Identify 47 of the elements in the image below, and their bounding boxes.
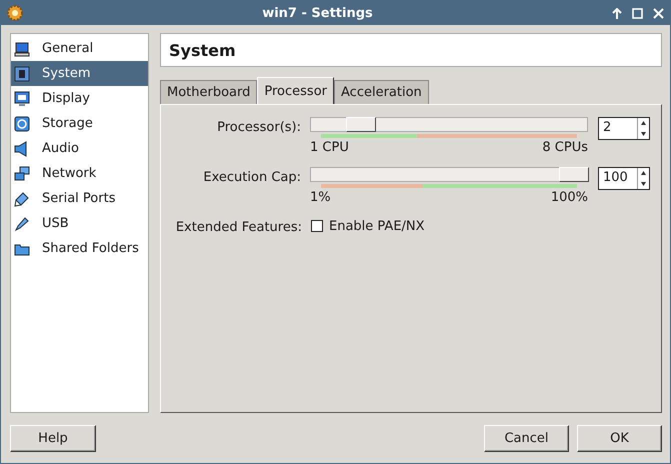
category-icon	[14, 166, 30, 182]
category-icon	[14, 90, 30, 106]
window-title: win7 - Settings	[261, 6, 374, 20]
down-arrow-icon[interactable]	[641, 182, 646, 186]
max-label: 100%	[550, 190, 588, 205]
checkbox-label[interactable]: Enable PAE/NX	[329, 218, 425, 234]
slider-label: Execution Cap:	[202, 169, 302, 185]
extended-features-label: Extended Features:	[174, 219, 303, 235]
sidebar-item[interactable]: USB	[11, 211, 148, 236]
up-arrow-icon[interactable]	[641, 171, 646, 176]
sidebar-item[interactable]: Serial Ports	[11, 186, 148, 211]
max-label: 8 CPUs	[542, 140, 588, 155]
ok-button[interactable]: OK	[577, 425, 662, 452]
slider[interactable]	[310, 117, 588, 132]
up-arrow-icon[interactable]	[641, 121, 646, 126]
slider[interactable]	[310, 167, 588, 182]
tab[interactable]: Motherboard	[160, 80, 258, 105]
spin-box[interactable]: 100	[598, 167, 650, 190]
min-label: 1 CPU	[310, 140, 349, 155]
sidebar-item[interactable]: Network	[11, 161, 148, 186]
category-icon	[14, 216, 30, 232]
maximize-icon[interactable]	[632, 8, 643, 18]
gear-icon	[7, 5, 23, 21]
category-icon	[14, 66, 30, 82]
sidebar-item[interactable]: Audio	[11, 136, 148, 161]
tab[interactable]: Processor	[257, 77, 334, 105]
slider-thumb[interactable]	[346, 117, 376, 132]
sidebar-item[interactable]: Storage	[11, 111, 148, 136]
category-icon	[14, 40, 30, 56]
tab[interactable]: Acceleration	[334, 80, 429, 105]
checkbox[interactable]	[311, 220, 323, 232]
sidebar-item[interactable]: System	[11, 61, 148, 86]
down-arrow-icon[interactable]	[641, 132, 646, 136]
sidebar-item[interactable]: General	[11, 36, 148, 61]
cancel-button[interactable]: Cancel	[484, 425, 569, 452]
category-icon	[14, 190, 30, 206]
category-icon	[14, 116, 30, 132]
min-label: 1%	[310, 190, 331, 205]
slider-label: Processor(s):	[216, 119, 302, 135]
spin-box[interactable]: 2	[598, 117, 650, 140]
page-header: System	[160, 33, 662, 67]
close-icon[interactable]	[653, 8, 664, 18]
help-button[interactable]: Help	[10, 425, 96, 452]
slider-thumb[interactable]	[559, 167, 589, 182]
arrow-up-icon[interactable]	[612, 8, 622, 18]
sidebar-item[interactable]: Shared Folders	[11, 236, 148, 261]
sidebar-item[interactable]: Display	[11, 86, 148, 111]
